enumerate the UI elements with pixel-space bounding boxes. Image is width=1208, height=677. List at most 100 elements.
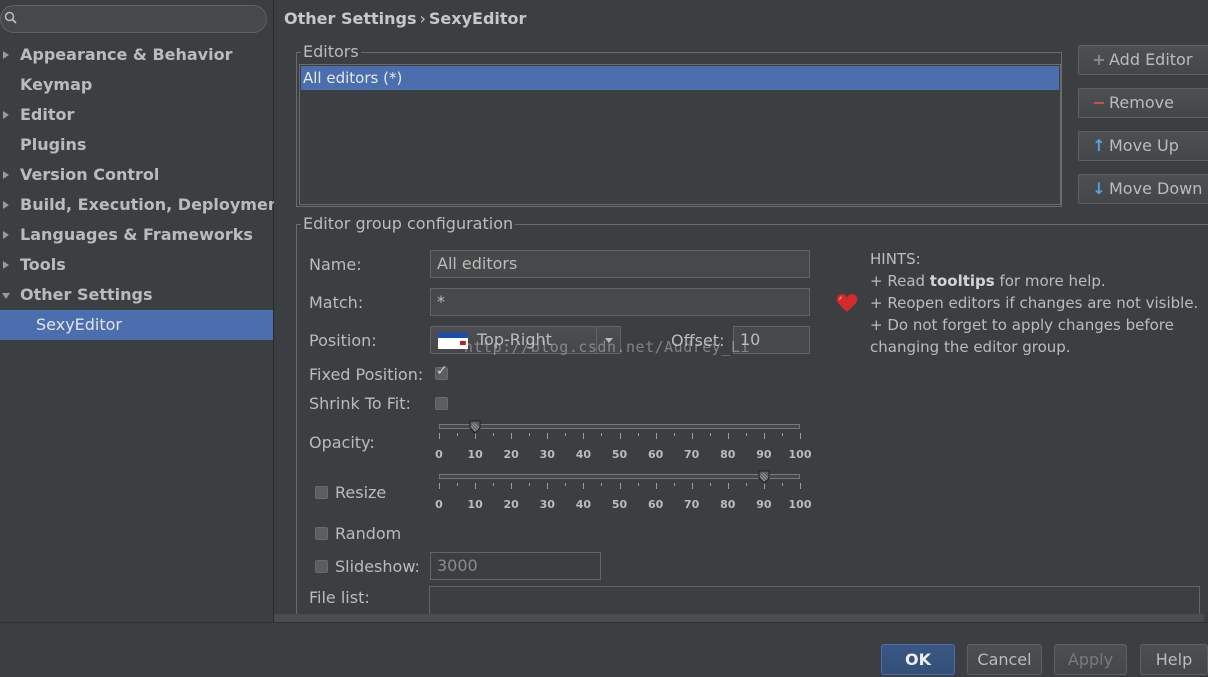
settings-main-panel: Other Settings › SexyEditor Editors All ed… xyxy=(274,0,1208,644)
slider-thumb[interactable] xyxy=(758,470,770,484)
shrink-to-fit-checkbox[interactable] xyxy=(435,397,448,410)
heart-icon xyxy=(836,294,858,312)
cancel-button[interactable]: Cancel xyxy=(967,644,1042,675)
slider-tick-label: 0 xyxy=(435,448,443,461)
hint-apply: + Do not forget to apply changes before xyxy=(870,316,1174,334)
slider-track[interactable] xyxy=(439,474,800,479)
slider-tick xyxy=(637,433,639,436)
tree-item-tools[interactable]: Tools xyxy=(0,250,273,280)
breadcrumb: Other Settings › SexyEditor xyxy=(284,9,526,28)
tree-item-editor[interactable]: Editor xyxy=(0,100,273,130)
expand-arrow-icon[interactable] xyxy=(3,201,9,209)
expand-arrow-icon[interactable] xyxy=(3,261,9,269)
slider-tick-label: 80 xyxy=(720,498,736,511)
tree-item-plugins[interactable]: Plugins xyxy=(0,130,273,160)
hint-text: for more help. xyxy=(994,272,1106,290)
move-down-button[interactable]: ↓ Move Down xyxy=(1078,174,1208,204)
ok-button[interactable]: OK xyxy=(881,644,955,675)
slider-tick-label: 20 xyxy=(503,448,519,461)
tree-item-label: Build, Execution, Deployment xyxy=(20,195,287,214)
slider-track[interactable] xyxy=(439,424,800,429)
expand-arrow-icon[interactable] xyxy=(3,51,9,59)
slider-tick xyxy=(511,483,513,489)
tree-item-label: Other Settings xyxy=(20,285,153,304)
button-label: Move Down xyxy=(1109,179,1203,198)
tree-item-label: Plugins xyxy=(20,135,87,154)
random-checkbox[interactable] xyxy=(315,527,328,540)
config-group-title: Editor group configuration xyxy=(301,214,516,233)
settings-tree: Appearance & Behavior Keymap Editor Plug… xyxy=(0,40,287,340)
slideshow-checkbox[interactable] xyxy=(315,560,328,573)
tree-item-sexyeditor[interactable]: SexyEditor xyxy=(0,310,273,340)
breadcrumb-separator: › xyxy=(419,9,426,28)
slider-tick xyxy=(583,433,585,439)
name-field[interactable]: All editors xyxy=(430,250,810,278)
slider-tick xyxy=(583,483,585,489)
tree-item-label: SexyEditor xyxy=(36,315,123,334)
expand-arrow-icon[interactable] xyxy=(3,171,9,179)
slider-tick xyxy=(709,433,711,436)
hints-title: HINTS: xyxy=(870,250,921,268)
settings-sidebar: Appearance & Behavior Keymap Editor Plug… xyxy=(0,0,287,622)
match-label: Match: xyxy=(309,293,364,312)
slider-tick-label: 70 xyxy=(684,498,700,511)
tree-item-build[interactable]: Build, Execution, Deployment xyxy=(0,190,287,220)
apply-button[interactable]: Apply xyxy=(1054,644,1127,675)
slider-tick xyxy=(529,433,531,436)
tree-item-other-settings[interactable]: Other Settings xyxy=(0,280,273,310)
button-label: Move Up xyxy=(1109,136,1179,155)
add-editor-button[interactable]: + Add Editor xyxy=(1078,45,1208,75)
shrink-to-fit-label: Shrink To Fit: xyxy=(309,394,411,413)
slideshow-interval-field[interactable]: 3000 xyxy=(430,552,601,580)
minus-icon: − xyxy=(1092,93,1106,112)
slider-tick xyxy=(781,483,783,486)
horizontal-scrollbar[interactable] xyxy=(274,614,1204,622)
slider-tick xyxy=(673,433,675,436)
slider-tick xyxy=(439,483,440,489)
slider-tick xyxy=(673,483,675,486)
editors-list[interactable]: All editors (*) xyxy=(299,64,1061,205)
slider-tick xyxy=(655,433,657,439)
help-button[interactable]: Help xyxy=(1140,644,1208,675)
slider-tick xyxy=(511,433,513,439)
slider-tick-label: 30 xyxy=(539,498,555,511)
list-item[interactable]: All editors (*) xyxy=(301,66,1059,90)
tree-item-label: Editor xyxy=(20,105,75,124)
match-field[interactable]: * xyxy=(430,288,810,316)
slider-tick xyxy=(565,433,567,436)
slider-tick-label: 100 xyxy=(788,498,812,511)
slider-tick-label: 30 xyxy=(539,448,555,461)
slider-tick xyxy=(439,433,440,439)
slider-tick xyxy=(619,433,621,439)
fixed-position-checkbox[interactable] xyxy=(435,363,448,380)
tree-item-appearance[interactable]: Appearance & Behavior xyxy=(0,40,273,70)
slider-thumb[interactable] xyxy=(469,420,481,434)
slider-tick xyxy=(691,433,693,439)
resize-checkbox[interactable] xyxy=(315,486,328,499)
hint-bold-text: tooltips xyxy=(929,272,995,290)
tree-item-version-control[interactable]: Version Control xyxy=(0,160,273,190)
slider-tick xyxy=(691,483,693,489)
expand-arrow-icon[interactable] xyxy=(3,231,9,239)
slider-ticks xyxy=(439,433,801,441)
move-up-button[interactable]: ↑ Move Up xyxy=(1078,131,1208,161)
slider-tick xyxy=(727,483,729,489)
remove-button[interactable]: − Remove xyxy=(1078,88,1208,118)
slider-tick xyxy=(800,483,801,489)
slider-tick xyxy=(493,433,495,436)
slider-tick xyxy=(637,483,639,486)
slider-tick-label: 50 xyxy=(611,498,628,511)
search-input[interactable] xyxy=(0,5,267,33)
breadcrumb-parent: Other Settings xyxy=(284,9,417,28)
button-label: Remove xyxy=(1109,93,1174,112)
collapse-arrow-icon[interactable] xyxy=(2,293,10,299)
tree-item-keymap[interactable]: Keymap xyxy=(0,70,273,100)
slider-tick xyxy=(601,483,603,486)
expand-arrow-icon[interactable] xyxy=(3,111,9,119)
tree-item-languages[interactable]: Languages & Frameworks xyxy=(0,220,273,250)
slider-tick-label: 80 xyxy=(720,448,736,461)
slider-tick-label: 20 xyxy=(503,498,519,511)
name-label: Name: xyxy=(309,255,362,274)
slider-tick xyxy=(565,483,567,486)
breadcrumb-current: SexyEditor xyxy=(428,9,527,28)
